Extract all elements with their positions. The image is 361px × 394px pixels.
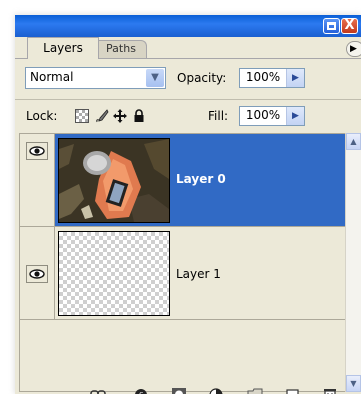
layer-name[interactable]: Layer 1: [176, 267, 221, 281]
fill-value: 100%: [245, 108, 281, 122]
layer-style-icon[interactable]: f: [133, 387, 149, 394]
eye-icon[interactable]: [26, 265, 48, 283]
fill-field[interactable]: 100% ▶: [239, 106, 305, 126]
tab-layers[interactable]: Layers: [27, 37, 99, 59]
adjustment-layer-icon[interactable]: [208, 387, 224, 394]
photo-bottle-thumbnail: [58, 138, 170, 223]
chevron-down-icon[interactable]: ▼: [146, 69, 164, 87]
blend-mode-value: Normal: [30, 70, 74, 84]
visibility-cell: [20, 134, 55, 226]
layer-name[interactable]: Layer 0: [176, 172, 226, 186]
blend-mode-select[interactable]: Normal ▼: [25, 67, 166, 89]
layer-mask-icon[interactable]: [171, 387, 187, 394]
new-group-icon[interactable]: [247, 387, 263, 394]
panel-menu-button[interactable]: ▶: [346, 41, 361, 57]
triangle-right-icon[interactable]: ▶: [286, 69, 304, 87]
minimize-icon[interactable]: [323, 18, 340, 34]
opacity-value: 100%: [245, 70, 281, 84]
divider: [15, 99, 361, 100]
eye-icon[interactable]: [26, 142, 48, 160]
visibility-cell: [20, 227, 55, 319]
title-bar[interactable]: X: [15, 15, 361, 37]
lock-image-icon[interactable]: [95, 109, 109, 123]
layers-panel: X Paths Layers ▶ Normal ▼ Opacity: 100% …: [15, 15, 361, 394]
scroll-up-icon[interactable]: ▲: [346, 133, 361, 150]
delete-layer-icon[interactable]: [322, 387, 338, 394]
opacity-field[interactable]: 100% ▶: [239, 68, 305, 88]
layer-row[interactable]: Layer 0: [20, 134, 345, 227]
close-icon[interactable]: X: [341, 18, 358, 34]
lock-label: Lock:: [26, 109, 58, 123]
new-layer-icon[interactable]: [284, 387, 300, 394]
link-layers-icon[interactable]: [90, 387, 106, 394]
fill-label: Fill:: [208, 109, 229, 123]
layers-list: Layer 0 Layer 1: [19, 133, 345, 392]
opacity-label: Opacity:: [177, 71, 227, 85]
vertical-scrollbar[interactable]: ▲ ▼: [345, 133, 361, 392]
transparent-thumbnail: [58, 231, 170, 316]
lock-transparent-icon[interactable]: [75, 109, 89, 123]
lock-all-icon[interactable]: [132, 109, 146, 123]
tab-paths[interactable]: Paths: [95, 40, 147, 58]
triangle-right-icon: ▶: [350, 44, 357, 54]
lock-position-icon[interactable]: [113, 109, 127, 123]
layer-row[interactable]: Layer 1: [20, 227, 345, 320]
scroll-down-icon[interactable]: ▼: [346, 375, 361, 392]
triangle-right-icon[interactable]: ▶: [286, 107, 304, 125]
